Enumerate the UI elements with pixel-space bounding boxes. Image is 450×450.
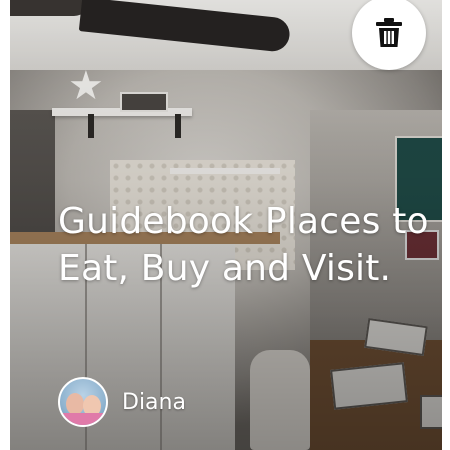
author-name: Diana bbox=[122, 389, 186, 415]
trash-icon bbox=[376, 18, 402, 48]
author-info: Diana bbox=[58, 376, 186, 428]
guidebook-title: Guidebook Places to Eat, Buy and Visit. bbox=[58, 201, 429, 289]
avatar bbox=[58, 377, 108, 427]
